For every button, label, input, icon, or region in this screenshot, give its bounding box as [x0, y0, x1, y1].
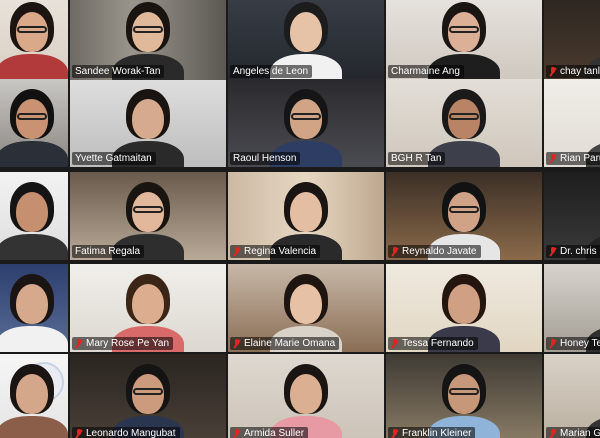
participant-tile-leonardo-mangubat[interactable]: Leonardo Mangubat [70, 354, 226, 438]
participant-tile-franklin-kleiner[interactable]: Franklin Kleiner [386, 354, 542, 438]
muted-mic-icon [75, 338, 83, 349]
participant-name: Leonardo Mangubat [86, 428, 176, 438]
participant-tile-mary-rose-pe-yan[interactable]: Mary Rose Pe Yan [70, 264, 226, 352]
participant-tile-marian-g[interactable]: Marian G [544, 354, 600, 438]
participant-name-label: Charmaine Ang [388, 65, 464, 78]
muted-mic-icon [549, 153, 557, 164]
participant-name: Fatima Regala [75, 246, 141, 257]
zoom-gallery-view: he Sandee Worak-Tan Angeles de Leon Charmai… [0, 0, 600, 438]
glasses [133, 26, 163, 33]
participant-name-label: Mary Rose Pe Yan [72, 337, 174, 350]
participant-name: Tessa Fernando [402, 338, 474, 349]
muted-mic-icon [75, 428, 83, 438]
participant-name-label: Fatima Regala [72, 245, 145, 258]
participant-name-label: Elaine Marie Omana [230, 337, 340, 350]
participant-tile-participant-6[interactable] [0, 79, 68, 167]
participant-video [0, 0, 68, 80]
participant-name: Rian Paru [560, 153, 600, 164]
participant-tile-angeles-de-leon[interactable]: Angeles de Leon [228, 0, 384, 80]
participant-name-label: Raoul Henson [230, 152, 301, 165]
glasses [133, 388, 163, 395]
participant-name: Mary Rose Pe Yan [86, 338, 170, 349]
participant-name: Raoul Henson [233, 153, 297, 164]
glasses [449, 388, 479, 395]
participant-name: Charmaine Ang [391, 66, 460, 77]
participant-name: Dr. chris [560, 246, 597, 257]
muted-mic-icon [233, 338, 241, 349]
participant-video [0, 354, 68, 438]
participant-name: Angeles de Leon [233, 66, 309, 77]
muted-mic-icon [549, 338, 557, 349]
muted-mic-icon [391, 246, 399, 257]
participant-video [0, 79, 68, 167]
participant-tile-rian-paru[interactable]: Rian Paru [544, 79, 600, 167]
muted-mic-icon [233, 428, 241, 438]
participant-tile-tessa-fernando[interactable]: Tessa Fernando [386, 264, 542, 352]
participant-name: Sandee Worak-Tan [75, 66, 161, 77]
participant-name-label: Dr. chris [546, 245, 600, 258]
participant-tile-yvette-gatmaitan[interactable]: Yvette Gatmaitan [70, 79, 226, 167]
participant-tile-honey-te[interactable]: Honey Te [544, 264, 600, 352]
participant-name: Reynaldo Javate [402, 246, 477, 257]
participant-video [544, 354, 600, 438]
glasses [17, 113, 47, 120]
glasses [17, 26, 47, 33]
participant-name-label: Franklin Kleiner [388, 427, 476, 438]
participant-name-label: BGH R Tan [388, 152, 446, 165]
participant-name-label: Leonardo Mangubat [72, 427, 180, 438]
glasses [449, 206, 479, 213]
muted-mic-icon [391, 338, 399, 349]
participant-tile-elaine-marie-omana[interactable]: Elaine Marie Omana [228, 264, 384, 352]
muted-mic-icon [391, 428, 399, 438]
muted-mic-icon [549, 428, 557, 438]
participant-tile-chay-tanla[interactable]: chay tanla [544, 0, 600, 80]
participant-name: Regina Valencia [244, 246, 317, 257]
participant-tile-dr-chris[interactable]: Dr. chris [544, 172, 600, 260]
participant-name: chay tanla [560, 66, 600, 77]
participant-name: BGH R Tan [391, 153, 442, 164]
participant-video [386, 354, 542, 438]
participant-tile-sandee-worak-tan[interactable]: Sandee Worak-Tan [70, 0, 226, 80]
participant-name-label: Marian G [546, 427, 600, 438]
participant-video [0, 264, 68, 352]
participant-name-label: chay tanla [546, 65, 600, 78]
participant-name: Franklin Kleiner [402, 428, 472, 438]
participant-tile-fatima-regala[interactable]: Fatima Regala [70, 172, 226, 260]
participant-tile-participant-21[interactable] [0, 354, 68, 438]
glasses [449, 113, 479, 120]
muted-mic-icon [233, 246, 241, 257]
participant-video [0, 172, 68, 260]
participant-name: Armida Suller [244, 428, 305, 438]
participant-name-label: Armida Suller [230, 427, 309, 438]
participant-tile-he[interactable]: he [0, 0, 68, 80]
participant-name-label: Sandee Worak-Tan [72, 65, 165, 78]
participant-name-label: Yvette Gatmaitan [72, 152, 156, 165]
participant-tile-regina-valencia[interactable]: Regina Valencia [228, 172, 384, 260]
participant-name-label: Honey Te [546, 337, 600, 350]
glasses [291, 113, 321, 120]
participant-tile-armida-suller[interactable]: Armida Suller [228, 354, 384, 438]
muted-mic-icon [549, 246, 557, 257]
participant-name: Yvette Gatmaitan [75, 153, 152, 164]
participant-tile-raoul-henson[interactable]: Raoul Henson [228, 79, 384, 167]
participant-name-label: Angeles de Leon [230, 65, 313, 78]
participant-name: Honey Te [560, 338, 600, 349]
participant-tile-participant-11[interactable] [0, 172, 68, 260]
participant-tile-reynaldo-javate[interactable]: Reynaldo Javate [386, 172, 542, 260]
glasses [133, 206, 163, 213]
participant-video [70, 354, 226, 438]
participant-tile-o-md[interactable]: o, MD [0, 264, 68, 352]
participant-name-label: Tessa Fernando [388, 337, 478, 350]
participant-video [228, 354, 384, 438]
participant-tile-bgh-r-tan[interactable]: BGH R Tan [386, 79, 542, 167]
participant-name: Marian G [560, 428, 600, 438]
participant-name-label: Rian Paru [546, 152, 600, 165]
participant-tile-charmaine-ang[interactable]: Charmaine Ang [386, 0, 542, 80]
participant-name: Elaine Marie Omana [244, 338, 336, 349]
glasses [449, 26, 479, 33]
participant-name-label: Regina Valencia [230, 245, 321, 258]
participant-name-label: Reynaldo Javate [388, 245, 481, 258]
muted-mic-icon [549, 66, 557, 77]
